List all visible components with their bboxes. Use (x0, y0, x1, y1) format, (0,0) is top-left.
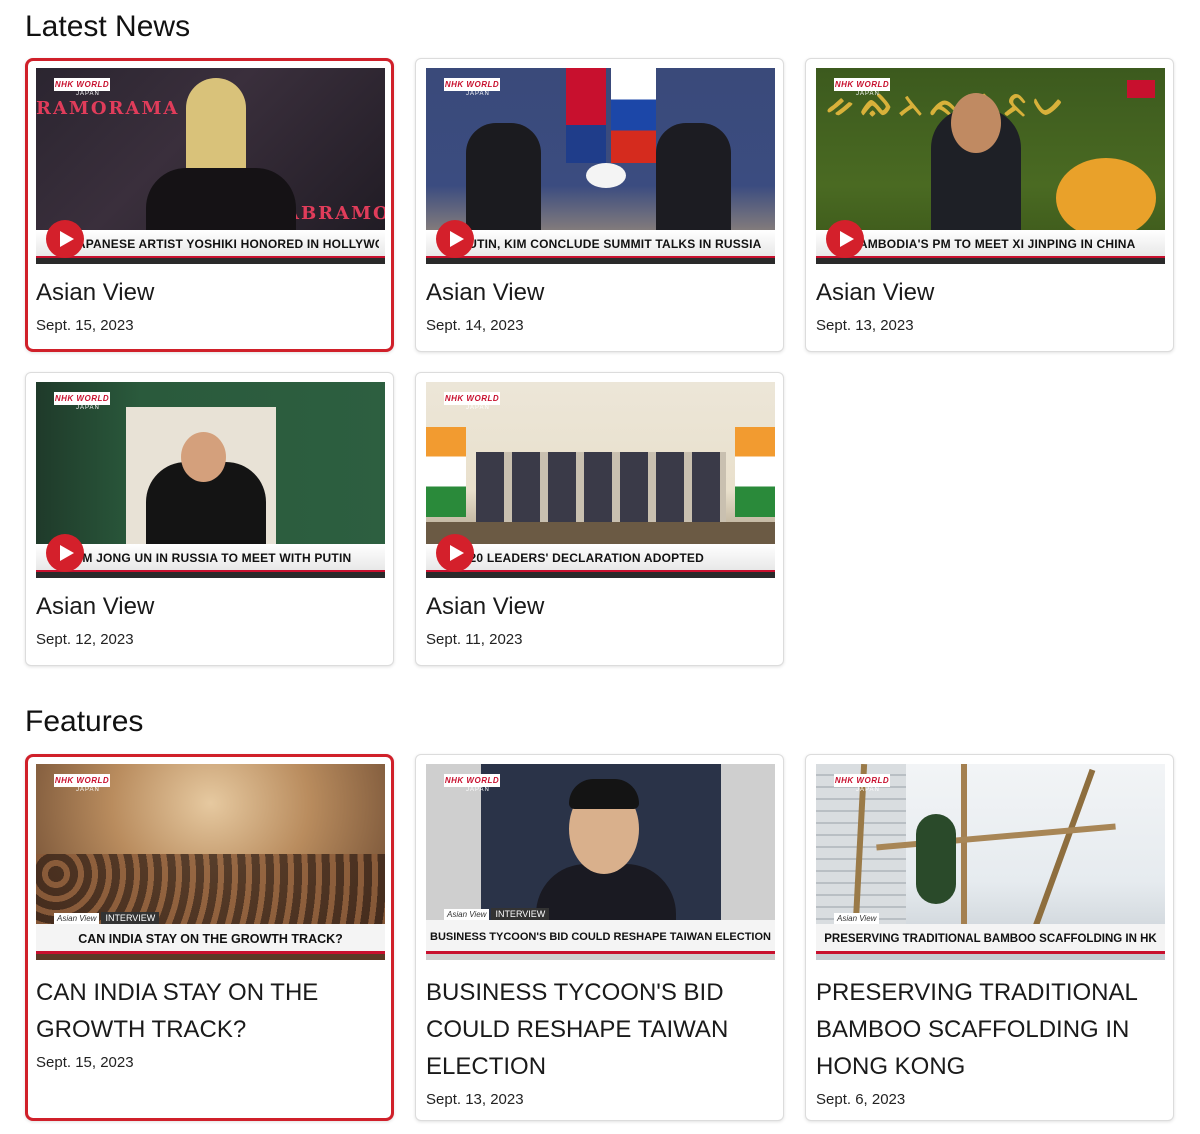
news-card[interactable]: NHK WORLD JAPAN PUTIN, KIM CONCLUDE SUMM… (415, 58, 784, 352)
card-title[interactable]: Asian View (426, 592, 773, 622)
play-icon[interactable] (436, 534, 474, 572)
play-icon[interactable] (46, 534, 84, 572)
news-card[interactable]: NHK WORLD JAPAN G20 LEADERS' DECLARATION… (415, 372, 784, 666)
card-date: Sept. 14, 2023 (426, 317, 524, 334)
latest-news-grid: RAMORAMA ABRAMOR NHK WORLD JAPAN JAPANES… (25, 58, 1174, 666)
nhk-logo-sub: JAPAN (466, 405, 490, 411)
news-card[interactable]: RAMORAMA ABRAMOR NHK WORLD JAPAN JAPANES… (25, 58, 394, 352)
nhk-logo-sub: JAPAN (466, 91, 490, 97)
video-caption: PRESERVING TRADITIONAL BAMBOO SCAFFOLDIN… (824, 933, 1157, 945)
nhk-logo: NHK WORLD (444, 774, 500, 787)
card-date: Sept. 11, 2023 (426, 631, 523, 648)
video-thumbnail[interactable]: ᨀᨁᨂᨃᨄᨅᨆ NHK WORLD JAPAN CAMBODIA'S PM TO… (816, 68, 1165, 264)
caption-bar: PRESERVING TRADITIONAL BAMBOO SCAFFOLDIN… (816, 924, 1165, 954)
nhk-logo-sub: JAPAN (76, 405, 100, 411)
card-date: Sept. 15, 2023 (36, 317, 134, 334)
card-title[interactable]: Asian View (426, 278, 773, 308)
card-date: Sept. 6, 2023 (816, 1091, 906, 1108)
video-thumbnail[interactable]: NHK WORLD JAPAN PUTIN, KIM CONCLUDE SUMM… (426, 68, 775, 264)
card-title[interactable]: Asian View (36, 278, 383, 308)
nhk-logo-sub: JAPAN (856, 787, 880, 793)
asian-view-tag: Asian View (444, 908, 490, 920)
nhk-logo-sub: JAPAN (76, 787, 100, 793)
news-card[interactable]: NHK WORLD JAPAN KIM JONG UN IN RUSSIA TO… (25, 372, 394, 666)
video-thumbnail[interactable]: NHK WORLD JAPAN G20 LEADERS' DECLARATION… (426, 382, 775, 578)
nhk-logo: NHK WORLD (54, 774, 110, 787)
play-icon[interactable] (46, 220, 84, 258)
card-title[interactable]: BUSINESS TYCOON'S BID COULD RESHAPE TAIW… (426, 974, 773, 1085)
video-thumbnail[interactable]: RAMORAMA ABRAMOR NHK WORLD JAPAN JAPANES… (36, 68, 385, 264)
features-grid: NHK WORLD JAPAN Asian View INTERVIEW CAN… (25, 754, 1174, 1121)
nhk-logo: NHK WORLD (54, 78, 110, 91)
card-date: Sept. 13, 2023 (426, 1091, 524, 1108)
play-icon[interactable] (826, 220, 864, 258)
interview-tag: INTERVIEW (101, 912, 160, 924)
asian-view-tag: Asian View (54, 912, 100, 924)
video-caption: BUSINESS TYCOON'S BID COULD RESHAPE TAIW… (430, 931, 771, 943)
card-title[interactable]: Asian View (36, 592, 383, 622)
video-thumbnail[interactable]: NHK WORLD JAPAN Asian View INTERVIEW CAN… (36, 764, 385, 960)
nhk-logo: NHK WORLD (834, 78, 890, 91)
card-date: Sept. 12, 2023 (36, 631, 134, 648)
video-caption: KIM JONG UN IN RUSSIA TO MEET WITH PUTIN (70, 551, 352, 565)
caption-bar: KIM JONG UN IN RUSSIA TO MEET WITH PUTIN (36, 544, 385, 572)
nhk-logo-sub: JAPAN (76, 91, 100, 97)
nhk-logo: NHK WORLD (54, 392, 110, 405)
caption-bar: JAPANESE ARTIST YOSHIKI HONORED IN HOLLY… (36, 230, 385, 258)
video-thumbnail[interactable]: NHK WORLD JAPAN KIM JONG UN IN RUSSIA TO… (36, 382, 385, 578)
card-date: Sept. 13, 2023 (816, 317, 914, 334)
caption-bar: BUSINESS TYCOON'S BID COULD RESHAPE TAIW… (426, 920, 775, 954)
latest-news-heading: Latest News (25, 10, 191, 43)
nhk-logo-sub: JAPAN (856, 91, 880, 97)
feature-card[interactable]: NHK WORLD JAPAN Asian View PRESERVING TR… (805, 754, 1174, 1121)
video-caption: JAPANESE ARTIST YOSHIKI HONORED IN HOLLY… (70, 237, 379, 251)
features-heading: Features (25, 705, 144, 738)
nhk-logo-sub: JAPAN (466, 787, 490, 793)
card-title[interactable]: CAN INDIA STAY ON THE GROWTH TRACK? (36, 974, 383, 1048)
caption-bar: G20 LEADERS' DECLARATION ADOPTED (426, 544, 775, 572)
card-title[interactable]: PRESERVING TRADITIONAL BAMBOO SCAFFOLDIN… (816, 974, 1163, 1085)
feature-card[interactable]: NHK WORLD JAPAN Asian View INTERVIEW BUS… (415, 754, 784, 1121)
interview-tag: INTERVIEW (491, 908, 550, 920)
card-date: Sept. 15, 2023 (36, 1054, 134, 1071)
video-thumbnail[interactable]: NHK WORLD JAPAN Asian View PRESERVING TR… (816, 764, 1165, 960)
video-caption: G20 LEADERS' DECLARATION ADOPTED (460, 551, 704, 565)
asian-view-tag: Asian View (834, 912, 880, 924)
play-icon[interactable] (436, 220, 474, 258)
nhk-logo: NHK WORLD (444, 392, 500, 405)
feature-card[interactable]: NHK WORLD JAPAN Asian View INTERVIEW CAN… (25, 754, 394, 1121)
video-caption: PUTIN, KIM CONCLUDE SUMMIT TALKS IN RUSS… (460, 237, 762, 251)
video-caption: CAN INDIA STAY ON THE GROWTH TRACK? (78, 932, 343, 946)
caption-bar: CAMBODIA'S PM TO MEET XI JINPING IN CHIN… (816, 230, 1165, 258)
nhk-logo: NHK WORLD (444, 78, 500, 91)
news-card[interactable]: ᨀᨁᨂᨃᨄᨅᨆ NHK WORLD JAPAN CAMBODIA'S PM TO… (805, 58, 1174, 352)
caption-bar: CAN INDIA STAY ON THE GROWTH TRACK? (36, 924, 385, 954)
video-caption: CAMBODIA'S PM TO MEET XI JINPING IN CHIN… (850, 237, 1136, 251)
card-title[interactable]: Asian View (816, 278, 1163, 308)
caption-bar: PUTIN, KIM CONCLUDE SUMMIT TALKS IN RUSS… (426, 230, 775, 258)
nhk-logo: NHK WORLD (834, 774, 890, 787)
video-thumbnail[interactable]: NHK WORLD JAPAN Asian View INTERVIEW BUS… (426, 764, 775, 960)
